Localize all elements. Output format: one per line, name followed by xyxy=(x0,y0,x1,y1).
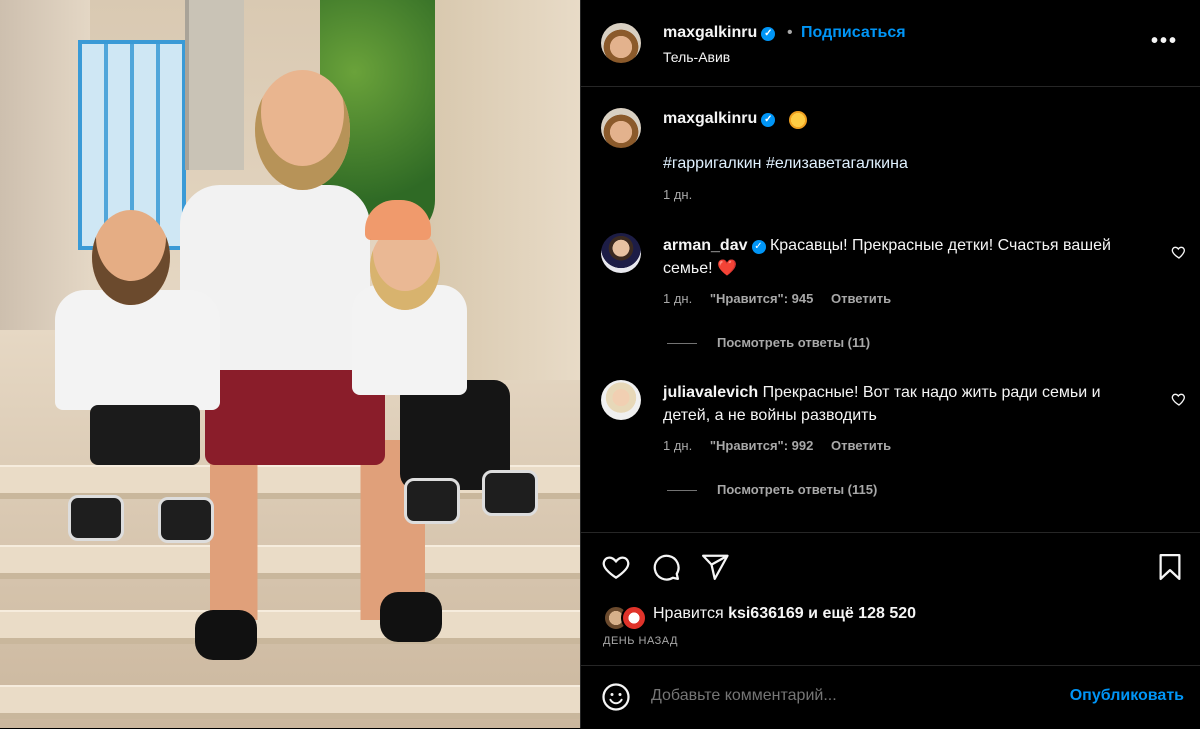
verified-badge-icon: ✓ xyxy=(761,27,776,41)
likes-summary: Нравится ksi636169 и ещё 128 520 xyxy=(653,605,916,623)
publish-button[interactable]: Опубликовать xyxy=(1070,687,1184,705)
caption-author[interactable]: maxgalkinru ✓ xyxy=(663,110,776,128)
author-avatar[interactable] xyxy=(601,23,641,63)
comment-avatar[interactable] xyxy=(601,380,641,420)
comment-author[interactable]: arman_dav xyxy=(663,237,748,254)
share-icon[interactable] xyxy=(700,552,730,582)
comment-likes-count[interactable]: "Нравится": 992 xyxy=(710,438,814,453)
photo-shoe xyxy=(68,495,124,541)
photo-shoe xyxy=(482,470,538,516)
author-username[interactable]: maxgalkinru ✓ xyxy=(663,24,776,42)
likes-user-link[interactable]: ksi636169 xyxy=(728,605,804,622)
bookmark-icon[interactable] xyxy=(1155,552,1185,582)
view-replies-button[interactable]: Посмотреть ответы (11) xyxy=(667,335,870,350)
comment-text-line1: Прекрасные! Вот так надо жить ради семьи… xyxy=(762,384,1101,401)
comment-likes-count[interactable]: "Нравится": 945 xyxy=(710,291,814,306)
follow-button[interactable]: Подписаться xyxy=(801,24,906,42)
post-photo[interactable] xyxy=(0,0,580,728)
post-time-ago[interactable]: ДЕНЬ НАЗАД xyxy=(603,635,678,647)
caption-author-text[interactable]: maxgalkinru xyxy=(663,110,757,127)
photo-step xyxy=(0,685,580,719)
heart-icon[interactable] xyxy=(601,552,631,582)
sun-emoji-icon xyxy=(789,111,807,129)
comment-body: juliavalevich Прекрасные! Вот так надо ж… xyxy=(663,381,1163,427)
photo-man-head xyxy=(255,70,350,190)
more-options-icon[interactable]: ••• xyxy=(1151,30,1178,53)
reply-button[interactable]: Ответить xyxy=(831,291,891,306)
comment-time[interactable]: 1 дн. xyxy=(663,438,692,453)
add-comment-bar: Опубликовать xyxy=(581,665,1200,729)
reply-button[interactable]: Ответить xyxy=(831,438,891,453)
comment-avatar[interactable] xyxy=(601,233,641,273)
caption-hashtags[interactable]: #гарригалкин #елизаветагалкина xyxy=(663,155,908,173)
separator-dot: • xyxy=(787,24,793,41)
comment-body: arman_dav ✓ Красавцы! Прекрасные детки! С… xyxy=(663,234,1163,280)
author-username-text[interactable]: maxgalkinru xyxy=(663,24,757,41)
view-replies-button[interactable]: Посмотреть ответы (115) xyxy=(667,482,877,497)
photo-sandal xyxy=(380,592,442,642)
verified-badge-icon: ✓ xyxy=(761,113,776,127)
post-header: maxgalkinru ✓ • Подписаться Тель-Авив ••• xyxy=(581,0,1200,87)
comment-icon[interactable] xyxy=(651,552,681,582)
photo-boy-shorts xyxy=(90,405,200,465)
comment-text-line2: семье! ❤️ xyxy=(663,260,737,277)
photo-shoe xyxy=(158,497,214,543)
comment-text-line1: Красавцы! Прекрасные детки! Счастья ваше… xyxy=(769,237,1111,254)
caption-author-avatar[interactable] xyxy=(601,108,641,148)
verified-badge-icon: ✓ xyxy=(751,240,766,254)
comment-like-heart-icon[interactable] xyxy=(1171,244,1187,260)
photo-wall-left xyxy=(0,0,90,330)
likes-prefix: Нравится xyxy=(653,605,724,622)
caption-timestamp[interactable]: 1 дн. xyxy=(663,187,692,202)
photo-door xyxy=(185,0,244,170)
post-location[interactable]: Тель-Авив xyxy=(663,49,730,65)
comment-text-line2: детей, а не войны разводить xyxy=(663,407,877,424)
photo-boy-head xyxy=(92,210,170,305)
photo-boy-shirt xyxy=(55,290,220,410)
comment-author[interactable]: juliavalevich xyxy=(663,384,758,401)
photo-sandal xyxy=(195,610,257,660)
post-side-panel: maxgalkinru ✓ • Подписаться Тель-Авив •••… xyxy=(580,0,1200,728)
comment-time[interactable]: 1 дн. xyxy=(663,291,692,306)
comment-meta: 1 дн. "Нравится": 945 Ответить xyxy=(663,291,891,306)
photo-shoe xyxy=(404,478,460,524)
likes-others-link[interactable]: и ещё 128 520 xyxy=(808,605,916,622)
comment-input[interactable] xyxy=(649,686,1033,706)
comment-meta: 1 дн. "Нравится": 992 Ответить xyxy=(663,438,891,453)
emoji-icon[interactable] xyxy=(601,682,631,712)
liker-avatar[interactable] xyxy=(621,605,647,631)
comment-like-heart-icon[interactable] xyxy=(1171,391,1187,407)
instagram-post-view: maxgalkinru ✓ • Подписаться Тель-Авив •••… xyxy=(0,0,1200,728)
